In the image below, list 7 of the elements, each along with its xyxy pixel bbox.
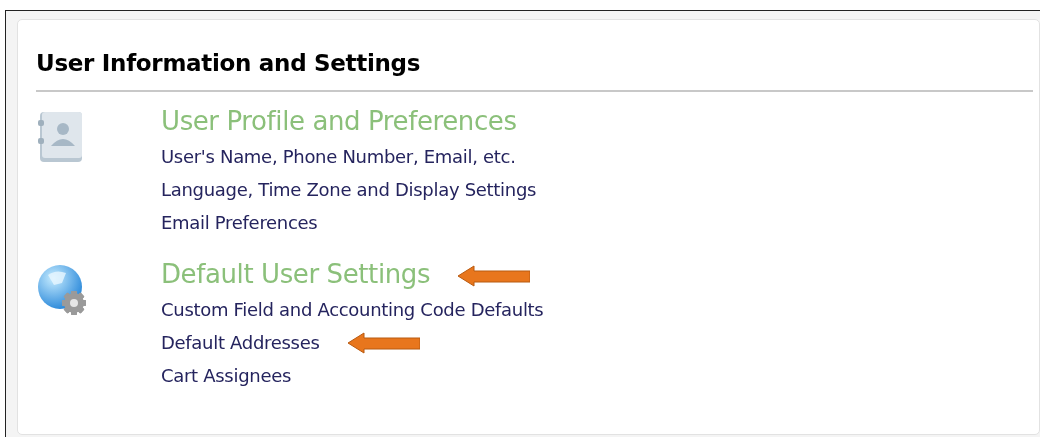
settings-link[interactable]: Custom Field and Accounting Code Defaults [161, 293, 544, 326]
settings-link[interactable]: User's Name, Phone Number, Email, etc. [161, 140, 516, 173]
page-title: User Information and Settings [36, 50, 1033, 92]
settings-link[interactable]: Language, Time Zone and Display Settings [161, 173, 537, 206]
settings-link[interactable]: Email Preferences [161, 206, 318, 239]
settings-link[interactable]: Cart Assignees [161, 359, 291, 392]
settings-link[interactable]: Default Addresses [161, 326, 320, 359]
